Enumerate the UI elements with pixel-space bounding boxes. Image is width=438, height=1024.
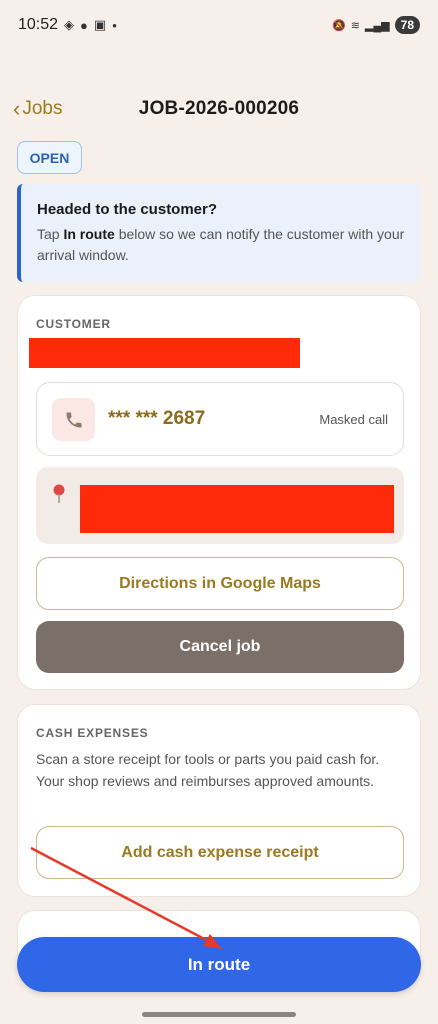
screenshot-icon: ▣ [93,17,107,32]
status-left: 10:52 ◈ ● ▣ • [18,16,117,34]
customer-card: CUSTOMER *** *** 2687 Masked call Direct… [17,295,421,690]
banner-body-bold: In route [63,226,115,242]
cash-description: Scan a store receipt for tools or parts … [36,751,380,789]
banner-title: Headed to the customer? [37,201,218,218]
battery-indicator: 78 [394,16,420,34]
map-pin-svg [53,484,65,503]
dot-icon: • [112,17,117,33]
customer-name-redacted [29,338,300,368]
customer-section-label: CUSTOMER [36,317,111,331]
banner-body: Tap In route below so we can notify the … [37,224,405,266]
masked-call-label: Masked call [319,412,388,427]
status-time: 10:52 [18,16,59,33]
home-indicator [142,1012,296,1017]
in-route-button[interactable]: In route [17,937,421,992]
add-cash-expense-button[interactable]: Add cash expense receipt [36,826,404,879]
address-redacted [80,485,394,533]
phone-icon-svg [66,412,81,427]
header: ‹ Jobs JOB-2026-000206 [0,92,438,128]
map-pin-icon [52,484,66,509]
chat-icon: ● [80,17,88,33]
status-badge: OPEN [17,141,82,174]
status-bar: 10:52 ◈ ● ▣ • 🔕 ≋ ▂▄▆ 78 [0,0,438,50]
stack-icon: ◈ [64,17,75,32]
banner-body-prefix: Tap [37,226,64,242]
cash-expenses-card: CASH EXPENSES Scan a store receipt for t… [17,704,421,897]
status-right: 🔕 ≋ ▂▄▆ 78 [332,16,420,34]
signal-icon: ▂▄▆ [364,19,390,32]
wifi-icon: ≋ [350,19,360,32]
page-title: JOB-2026-000206 [138,98,300,119]
mute-icon: 🔕 [332,19,346,32]
info-banner: Headed to the customer? Tap In route bel… [17,184,421,282]
cash-section-label: CASH EXPENSES [36,726,149,740]
phone-icon [52,398,95,441]
address-row[interactable] [36,467,404,544]
phone-row[interactable]: *** *** 2687 Masked call [36,382,404,456]
phone-number: *** *** 2687 [108,408,206,429]
cancel-job-button[interactable]: Cancel job [36,621,404,673]
directions-button[interactable]: Directions in Google Maps [36,557,404,610]
